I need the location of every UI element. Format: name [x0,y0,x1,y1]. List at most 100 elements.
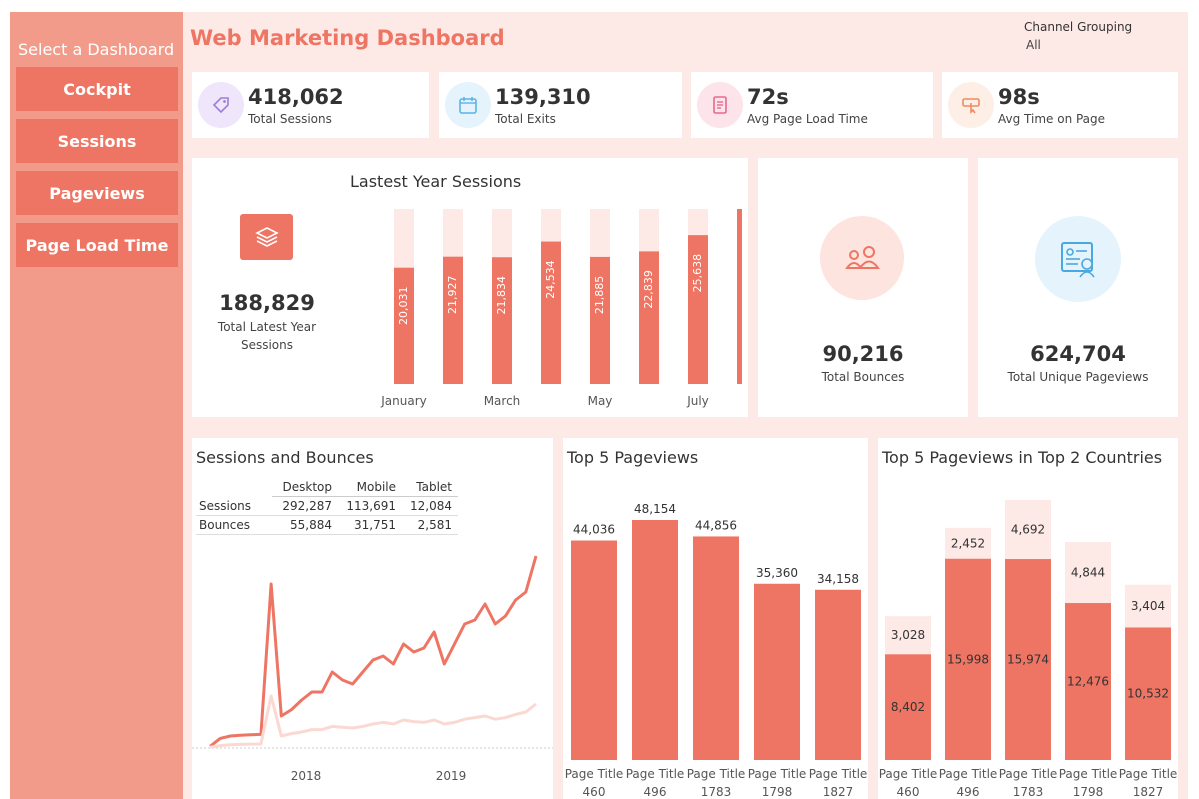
bar-value-label: 4,844 [1071,566,1105,580]
channel-filter-value[interactable]: All [1026,38,1041,52]
sessions-bounces-panel: Sessions and Bounces Desktop Mobile Tabl… [192,438,553,799]
bar [815,589,861,760]
table-header: Tablet [402,478,458,497]
kpi-avg-page-load: 72s Avg Page Load Time [691,72,933,138]
bar-value-label: 2,452 [951,536,985,550]
click-icon [948,82,994,128]
sessions-button[interactable]: Sessions [16,119,178,163]
top5-pageviews-panel: Top 5 Pageviews 44,036 Page Title 460 48,15… [563,438,868,799]
x-tick-label: 496 [957,785,980,799]
x-tick-label: 1783 [1013,785,1044,799]
bounces-label: Total Bounces [821,370,905,384]
x-tick-label: 2018 [291,769,322,783]
kpi-label: Total Exits [495,112,556,126]
table-header: Mobile [338,478,402,497]
x-tick-label: Page Title [1119,767,1178,781]
bar-value-label: 20,031 [397,286,410,325]
top5-countries-panel: Top 5 Pageviews in Top 2 Countries 3,028… [878,438,1178,799]
kpi-value: 98s [998,85,1040,109]
bar [754,583,800,760]
x-tick-label: March [484,394,521,408]
kpi-avg-time-on-page: 98s Avg Time on Page [942,72,1178,138]
top5-countries-stacked-chart: 3,028 8,402 Page Title 460 2,452 15,998 Page T… [879,500,1178,799]
bar [693,536,739,760]
kpi-total-exits: 139,310 Total Exits [439,72,682,138]
row-label: Bounces [196,515,272,535]
x-tick-label: 496 [644,785,667,799]
calendar-icon [445,82,491,128]
table-cell: 12,084 [402,496,458,516]
bar-value-label: 21,885 [593,276,606,315]
kpi-label: Avg Page Load Time [747,112,868,126]
x-tick-label: 460 [583,785,606,799]
row-label: Sessions [196,496,272,516]
sidebar: Select a Dashboard Cockpit Sessions Page… [10,12,183,799]
bar-value-label: 25,638 [691,254,704,293]
unique-pageviews-value: 624,704 [1030,342,1126,366]
x-tick-label: Page Title [999,767,1058,781]
table-cell: 31,751 [338,515,402,535]
sessions-bounces-table: Desktop Mobile Tablet Sessions 292,287 1… [196,478,458,535]
bar [571,540,617,760]
x-tick-label: July [686,394,709,408]
kpi-value: 72s [747,85,789,109]
kpi-label: Avg Time on Page [998,112,1106,126]
dashboard-title: Web Marketing Dashboard [190,26,505,50]
x-tick-label: Page Title [687,767,746,781]
sessions-bounces-line-chart: 2018 2019 [192,555,553,783]
x-tick-label: 460 [897,785,920,799]
series-line [209,694,537,749]
bounces-panel: 90,216 Total Bounces [758,158,968,417]
bar-value-label: 30,141 [740,228,742,267]
users-icon [820,216,904,300]
top5-bar-chart: 44,036 Page Title 460 48,154 Page Title 496 44… [565,502,868,799]
bar [632,520,678,760]
page-load-time-button[interactable]: Page Load Time [16,223,178,267]
pageviews-button[interactable]: Pageviews [16,171,178,215]
x-tick-label: 1827 [823,785,854,799]
x-tick-label: Page Title [626,767,685,781]
top5-countries-title: Top 5 Pageviews in Top 2 Countries [882,448,1163,467]
bar-value-label: 21,927 [446,275,459,314]
tag-icon [198,82,244,128]
x-tick-label: Page Title [565,767,624,781]
bar-value-label: 4,692 [1011,523,1045,537]
unique-pageviews-panel: 624,704 Total Unique Pageviews [978,158,1178,417]
table-header-row: Desktop Mobile Tablet [196,478,458,497]
x-tick-label: 1798 [762,785,793,799]
bar-value-label: 34,158 [817,572,859,586]
kpi-value: 418,062 [248,85,344,109]
bar-value-label: 10,532 [1127,687,1169,701]
table-cell: 2,581 [402,515,458,535]
x-tick-label: 1798 [1073,785,1104,799]
document-icon [697,82,743,128]
bar-value-label: 3,028 [891,628,925,642]
latest-year-panel: Lastest Year Sessions 188,829 Total Late… [192,158,748,417]
bar-value-label: 15,998 [947,652,989,666]
table-header: Desktop [272,478,338,497]
bounces-value: 90,216 [822,342,904,366]
bar-value-label: 48,154 [634,502,676,516]
x-tick-label: January [380,394,427,408]
table-row: Sessions 292,287 113,691 12,084 [196,496,458,516]
bar-value-label: 44,036 [573,523,615,537]
latest-year-total: 188,829 [219,291,315,315]
bar-value-label: 24,534 [544,260,557,299]
x-tick-label: Page Title [809,767,868,781]
bar-value-label: 35,360 [756,566,798,580]
latest-year-total-label: Total Latest Year Sessions [217,320,317,352]
x-tick-label: 2019 [436,769,467,783]
sidebar-title: Select a Dashboard [18,40,175,59]
layers-icon [240,214,293,260]
sessions-bounces-title: Sessions and Bounces [196,448,374,467]
bar-value-label: 15,974 [1007,653,1049,667]
x-tick-label: Page Title [1059,767,1118,781]
table-cell: 113,691 [338,496,402,516]
cockpit-button[interactable]: Cockpit [16,67,178,111]
unique-pageviews-label: Total Unique Pageviews [1007,370,1149,384]
table-cell: 55,884 [272,515,338,535]
kpi-total-sessions: 418,062 Total Sessions [192,72,429,138]
x-tick-label: 1783 [701,785,732,799]
profile-screen-icon [1035,216,1121,302]
bar-value-label: 44,856 [695,518,737,532]
